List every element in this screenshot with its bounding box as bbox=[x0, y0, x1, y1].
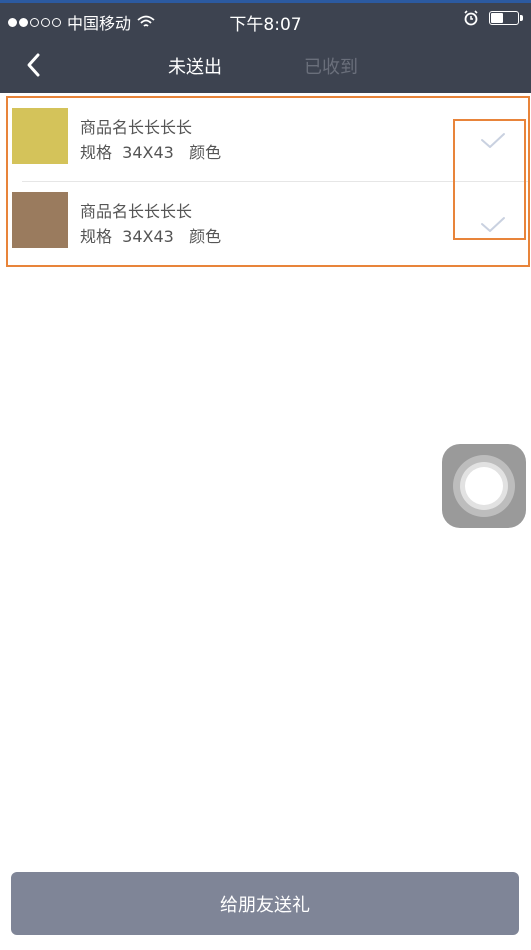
status-time: 下午8:07 bbox=[229, 15, 302, 35]
battery-icon bbox=[489, 11, 523, 25]
checkmarks-highlight-box bbox=[453, 119, 526, 240]
top-bar: 中国移动 下午8:07 未送出 已收到 bbox=[0, 0, 531, 93]
status-right bbox=[463, 10, 523, 26]
send-gift-button[interactable]: 给朋友送礼 bbox=[11, 872, 519, 935]
items-highlight-box bbox=[6, 96, 530, 267]
alarm-icon bbox=[464, 10, 478, 26]
nav-bar: 未送出 已收到 bbox=[0, 40, 531, 90]
tab-received[interactable]: 已收到 bbox=[304, 53, 358, 79]
chevron-left-icon[interactable] bbox=[22, 52, 46, 78]
tab-unsent[interactable]: 未送出 bbox=[168, 53, 222, 79]
assistive-touch-button[interactable] bbox=[442, 444, 526, 528]
status-bar: 中国移动 下午8:07 bbox=[0, 10, 531, 35]
